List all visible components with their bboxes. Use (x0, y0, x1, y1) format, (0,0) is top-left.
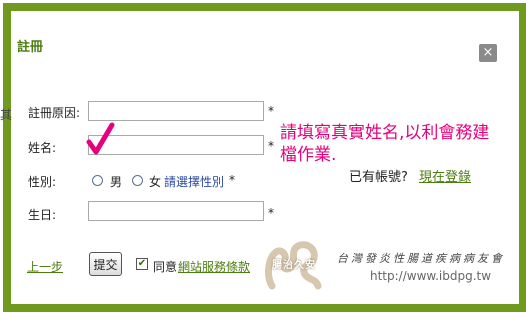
gender-label: 性別: (28, 175, 57, 189)
terms-link[interactable]: 網站服務條款 (178, 258, 250, 275)
reason-label: 註冊原因: (28, 106, 81, 120)
gender-male-label: 男 (110, 175, 123, 189)
background-text: 其 (0, 108, 13, 122)
watermark-brand: 腸治久安 (272, 260, 316, 271)
birthday-label: 生日: (28, 208, 57, 222)
checkmark-icon (86, 122, 115, 155)
agree-label: 同意 (153, 260, 178, 274)
gender-hint: 請選擇性別 (164, 175, 225, 189)
close-button[interactable]: × (479, 44, 497, 62)
gender-female-label: 女 (149, 175, 162, 189)
submit-button[interactable]: 提交 (89, 252, 122, 276)
birthday-input[interactable] (88, 201, 264, 221)
login-link[interactable]: 現在登錄 (419, 166, 471, 185)
reason-required-mark: * (268, 104, 274, 118)
name-label: 姓名: (28, 141, 57, 155)
gender-female-radio[interactable] (132, 175, 143, 186)
gender-male-radio[interactable] (92, 175, 103, 186)
agree-checkbox[interactable]: ✔ (136, 258, 148, 270)
annotation-line-1: 請填寫真實姓名,以利會務建 (280, 123, 490, 143)
birthday-required-mark: * (268, 206, 274, 220)
prev-step-link[interactable]: 上一步 (27, 258, 63, 275)
annotation-line-2: 檔作業. (280, 145, 337, 165)
has-account-label: 已有帳號? (349, 170, 408, 185)
org-url: http://www.ibdpg.tw (370, 269, 492, 283)
dialog-title: 註冊 (17, 40, 44, 55)
reason-input[interactable] (88, 101, 264, 121)
name-required-mark: * (268, 139, 274, 153)
org-name: 台灣發炎性腸道疾病病友會 (337, 252, 505, 265)
gender-required-mark: * (229, 173, 235, 187)
